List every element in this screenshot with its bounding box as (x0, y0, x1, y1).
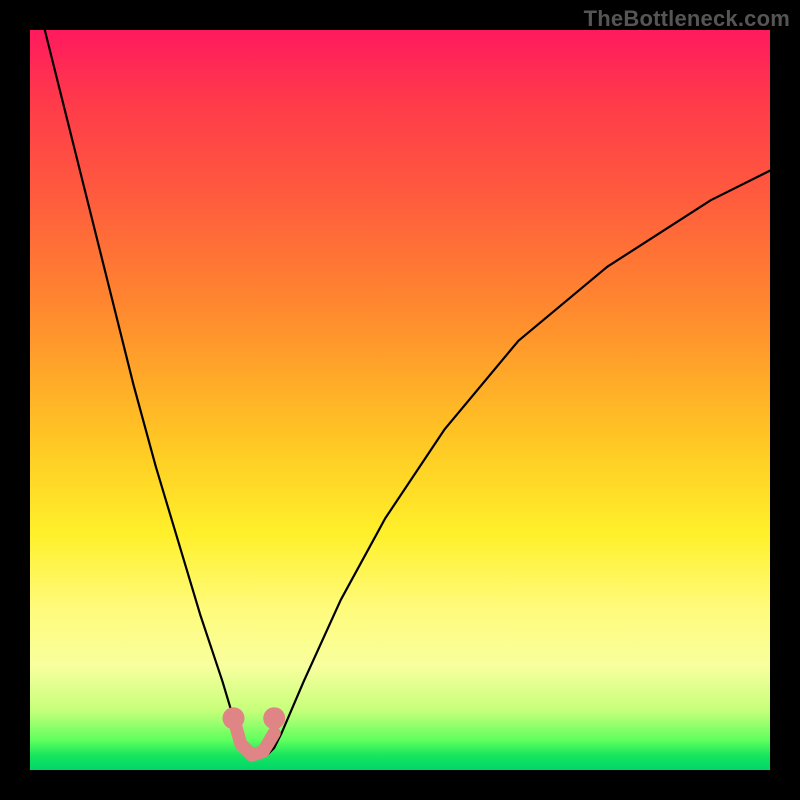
curve-layer (30, 30, 770, 770)
right-marker-icon (263, 707, 285, 729)
left-marker-icon (223, 707, 245, 729)
chart-frame: TheBottleneck.com (0, 0, 800, 800)
plot-area (30, 30, 770, 770)
watermark-text: TheBottleneck.com (584, 6, 790, 32)
bottleneck-curve (45, 30, 770, 755)
